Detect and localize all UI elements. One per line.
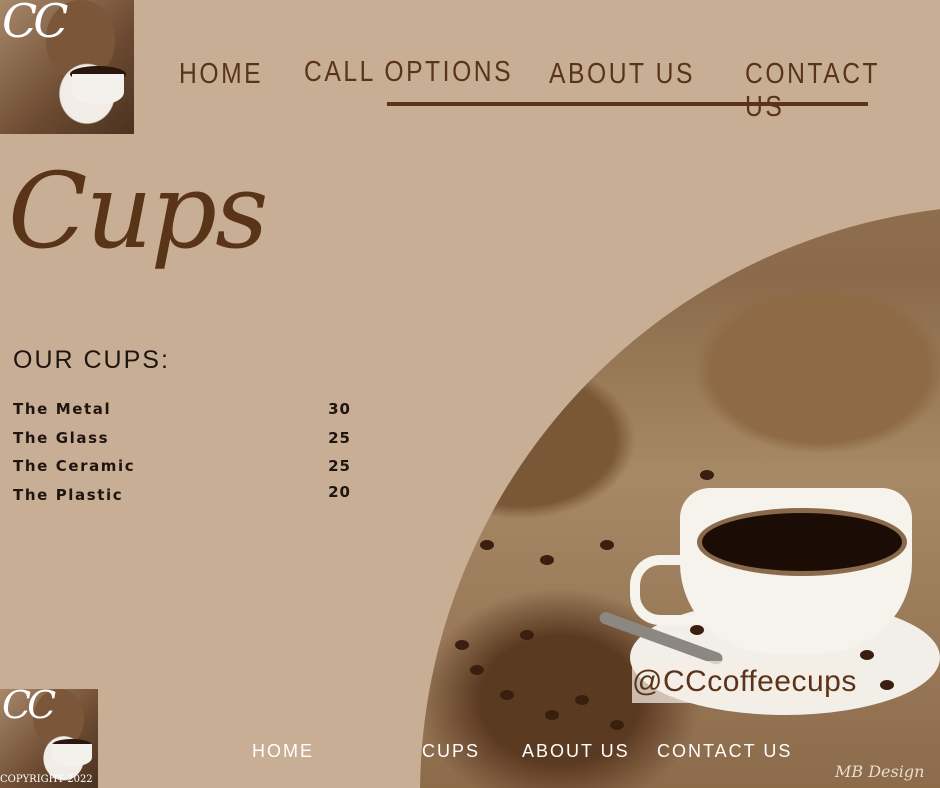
footer-nav-contact-us[interactable]: CONTACT US xyxy=(657,741,792,762)
coffee-bean xyxy=(480,540,494,550)
design-credit: MB Design xyxy=(835,762,925,781)
footer-nav-cups[interactable]: CUPS xyxy=(422,741,480,762)
footer-nav-about-us[interactable]: ABOUT US xyxy=(522,741,630,762)
coffee-bean xyxy=(880,680,894,690)
coffee-bean xyxy=(500,690,514,700)
page-title: Cups xyxy=(8,150,268,272)
coffee-bean xyxy=(545,710,559,720)
logo-cup-icon xyxy=(52,744,92,766)
nav-call-options[interactable]: CALL OPTIONS xyxy=(304,56,513,89)
nav-about-us[interactable]: ABOUT US xyxy=(549,58,695,91)
logo-text: CC xyxy=(2,0,68,48)
coffee-bean xyxy=(430,612,444,622)
cup-coffee xyxy=(697,508,907,576)
list-item: The Plastic 20 xyxy=(13,482,353,515)
nav-home[interactable]: HOME xyxy=(179,58,263,91)
coffee-bean xyxy=(540,555,554,565)
section-title: OUR CUPS: xyxy=(13,346,170,374)
list-item: The Metal 30 xyxy=(13,400,353,429)
cup-price: 30 xyxy=(328,400,351,418)
coffee-bean xyxy=(575,695,589,705)
cup-name: The Ceramic xyxy=(13,457,136,475)
coffee-bean xyxy=(520,630,534,640)
coffee-bean xyxy=(860,650,874,660)
logo-text: CC xyxy=(2,689,56,727)
cups-list: The Metal 30 The Glass 25 The Ceramic 25… xyxy=(13,400,353,514)
cup-name: The Glass xyxy=(13,428,110,447)
nav-contact-us[interactable]: CONTACT US xyxy=(745,58,911,124)
list-item: The Glass 25 xyxy=(13,429,353,458)
cup-name: The Plastic xyxy=(13,485,124,504)
copyright: COPYRIGHT 2022 xyxy=(0,774,93,785)
coffee-bean xyxy=(455,640,469,650)
social-handle[interactable]: @CCcoffeecups xyxy=(632,661,856,703)
cup-price: 25 xyxy=(328,457,351,475)
cup-name: The Metal xyxy=(13,400,112,418)
coffee-bean xyxy=(470,665,484,675)
footer-nav-home[interactable]: HOME xyxy=(252,741,314,762)
list-item: The Ceramic 25 xyxy=(13,457,353,486)
cup-price: 20 xyxy=(328,482,351,501)
cup-price: 25 xyxy=(328,428,351,447)
coffee-bean xyxy=(690,625,704,635)
coffee-bean xyxy=(600,540,614,550)
nav-active-underline xyxy=(387,102,868,106)
coffee-bean xyxy=(610,720,624,730)
coffee-bean xyxy=(700,470,714,480)
